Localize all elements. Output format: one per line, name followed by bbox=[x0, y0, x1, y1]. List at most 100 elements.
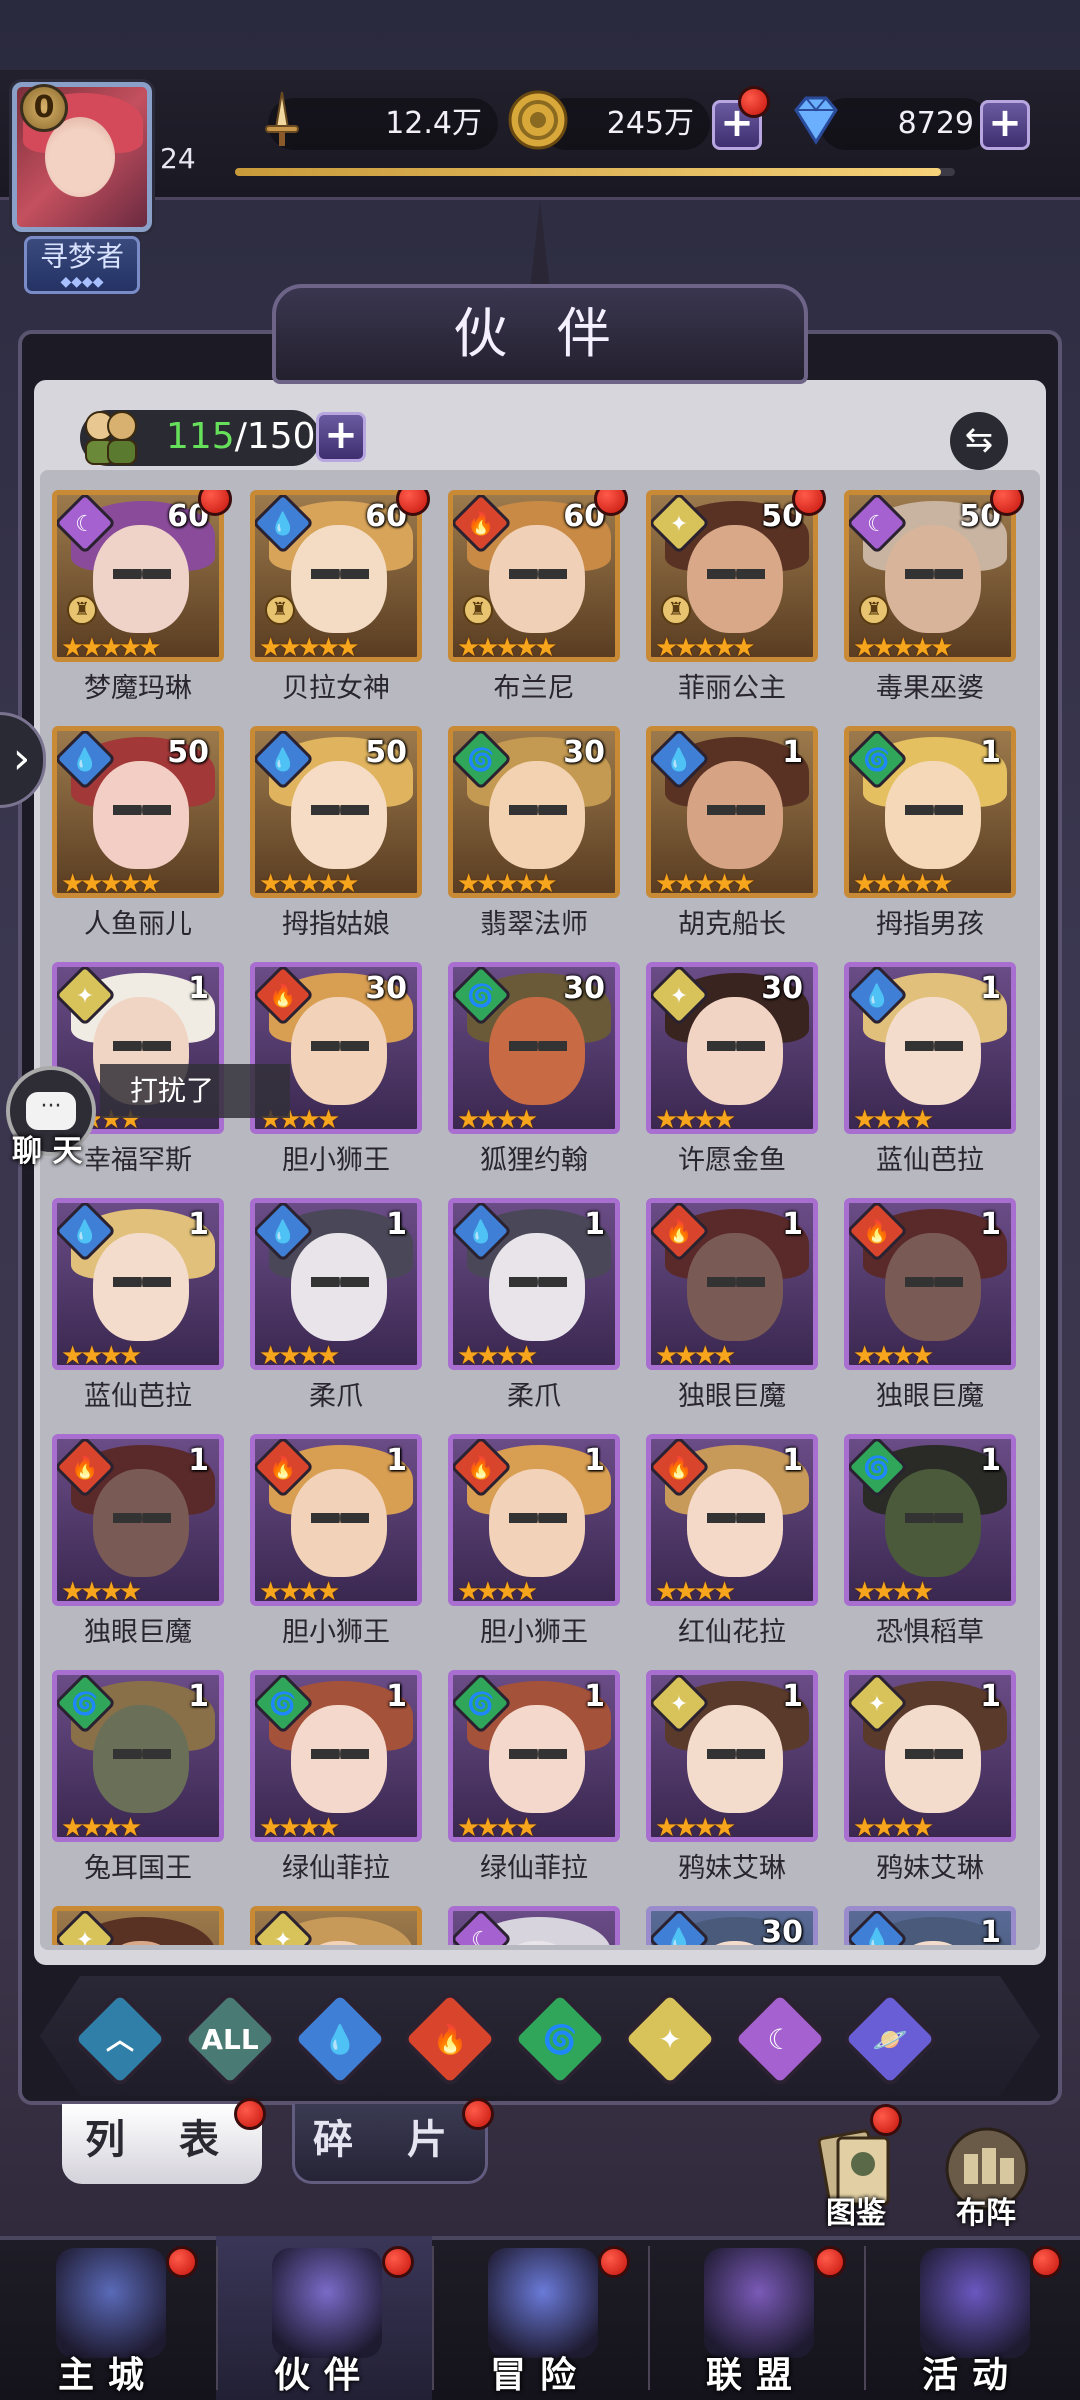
water-element-glyph: 💧 bbox=[467, 1220, 495, 1245]
expand-roster-button[interactable]: + bbox=[316, 412, 366, 462]
hero-card[interactable]: ✦ 1 ★★★★ 鸦妹艾琳 bbox=[646, 1670, 818, 1906]
hero-stars: ★★★★ bbox=[853, 1813, 934, 1842]
hero-name: 独眼巨魔 bbox=[84, 1617, 192, 1648]
hero-card[interactable]: 💧 1 ★★★★ 蓝仙芭拉 bbox=[844, 962, 1016, 1198]
hero-card[interactable]: 🔥 1 ★★★★ 独眼巨魔 bbox=[52, 1434, 224, 1670]
hero-card[interactable]: ✦ bbox=[52, 1906, 224, 1945]
hero-card[interactable]: 🌀 1 ★★★★ 兔耳国王 bbox=[52, 1670, 224, 1906]
hero-name: 绿仙菲拉 bbox=[480, 1853, 588, 1884]
xp-bar-fill bbox=[235, 168, 941, 176]
hero-eyes bbox=[113, 1277, 171, 1287]
tab-fragments[interactable]: 碎 片 bbox=[292, 2104, 488, 2184]
chat-label: 聊 天 bbox=[12, 1134, 83, 1169]
hero-name: 胆小狮王 bbox=[282, 1145, 390, 1176]
nav-notification-dot bbox=[598, 2246, 630, 2278]
hero-stars: ★★★★ bbox=[853, 1105, 934, 1134]
hero-card[interactable]: 🔥 60 ♜ ★★★★★ 布兰尼 bbox=[448, 490, 628, 726]
hero-portrait: 🔥 1 ★★★★ bbox=[448, 1434, 620, 1606]
nav-compass[interactable]: 冒险 bbox=[432, 2236, 648, 2400]
add-diamond-button[interactable]: + bbox=[980, 100, 1030, 150]
hero-level: 50 bbox=[365, 735, 407, 770]
hero-card[interactable]: 💧 50 ★★★★★ 拇指姑娘 bbox=[250, 726, 422, 962]
wind-element-glyph: 🌀 bbox=[467, 748, 495, 773]
hero-card[interactable]: 💧 1 ★★★★ 柔爪 bbox=[250, 1198, 422, 1434]
nav-label: 主城 bbox=[57, 2355, 158, 2396]
hero-portrait: 🔥 60 ♜ ★★★★★ bbox=[448, 490, 620, 662]
hero-stars: ★★★★ bbox=[655, 1105, 736, 1134]
player-title-badge[interactable]: 寻梦者 ◆◆◆◆ bbox=[24, 236, 140, 294]
compass-icon bbox=[488, 2248, 598, 2358]
hero-card[interactable]: ✦ 1 ★★★★ 鸦妹艾琳 bbox=[844, 1670, 1016, 1906]
hero-card[interactable]: 🔥 1 ★★★★ 独眼巨魔 bbox=[646, 1198, 818, 1434]
hero-level: 30 bbox=[563, 971, 605, 1006]
hero-card[interactable]: 🌀 1 ★★★★ 绿仙菲拉 bbox=[250, 1670, 422, 1906]
hero-card[interactable]: 🔥 1 ★★★★ 红仙花拉 bbox=[646, 1434, 818, 1670]
hero-card[interactable]: 💧 1 ★★★★ 蓝仙芭拉 bbox=[52, 1198, 224, 1434]
hero-name: 柔爪 bbox=[309, 1381, 363, 1412]
hero-stars: ★★★★★ bbox=[259, 869, 360, 898]
hero-face bbox=[687, 761, 783, 869]
sort-button[interactable]: ⇆ bbox=[950, 412, 1008, 470]
nav-notification-dot bbox=[382, 2246, 414, 2278]
hero-level: 30 bbox=[761, 971, 803, 1006]
hero-card[interactable]: ☾ bbox=[448, 1906, 620, 1945]
hero-card[interactable]: 💧 1 ★★★★ 柔爪 bbox=[448, 1198, 620, 1434]
hero-portrait: 🔥 1 ★★★★ bbox=[646, 1198, 818, 1370]
nav-castle[interactable]: 主城 bbox=[0, 2236, 216, 2400]
codex-label: 图鉴 bbox=[826, 2196, 886, 2231]
hero-card[interactable]: 🌀 1 ★★★★ 绿仙菲拉 bbox=[448, 1670, 620, 1906]
nav-shield[interactable]: 联盟 bbox=[648, 2236, 864, 2400]
hero-eyes bbox=[905, 1749, 963, 1759]
moon-element-glyph: ☾ bbox=[75, 512, 95, 537]
list-tab-notification-dot bbox=[234, 2098, 266, 2130]
hero-card[interactable]: 🌀 30 ★★★★ 狐狸约翰 bbox=[448, 962, 620, 1198]
title-stars: ◆◆◆◆ bbox=[60, 274, 104, 290]
hero-card[interactable]: 🔥 1 ★★★★ 胆小狮王 bbox=[448, 1434, 620, 1670]
nav-notification-dot bbox=[166, 2246, 198, 2278]
hero-card[interactable]: 🌀 1 ★★★★★ 拇指男孩 bbox=[844, 726, 1016, 962]
tab-list[interactable]: 列 表 bbox=[62, 2104, 262, 2184]
nav-wizard-hat[interactable]: 伙伴 bbox=[216, 2236, 432, 2400]
hero-card[interactable]: ✦ 30 ★★★★ 许愿金鱼 bbox=[646, 962, 818, 1198]
hero-level: 1 bbox=[980, 1443, 1001, 1478]
hero-card[interactable]: 🔥 1 ★★★★ 独眼巨魔 bbox=[844, 1198, 1016, 1434]
hero-stars: ★★★★ bbox=[655, 1577, 736, 1606]
nav-notification-dot bbox=[814, 2246, 846, 2278]
hero-card[interactable]: 💧 60 ♜ ★★★★★ 贝拉女神 bbox=[250, 490, 430, 726]
hero-face bbox=[687, 1469, 783, 1577]
hero-card[interactable]: ☾ 60 ♜ ★★★★★ 梦魔玛琳 bbox=[52, 490, 232, 726]
water-element-glyph: 💧 bbox=[863, 984, 891, 1009]
hero-portrait: ✦ 50 ♜ ★★★★★ bbox=[646, 490, 818, 662]
hero-stars: ★★★★★ bbox=[61, 633, 162, 662]
hero-name: 蓝仙芭拉 bbox=[84, 1381, 192, 1412]
hero-stars: ★★★★ bbox=[457, 1577, 538, 1606]
hero-portrait: 💧 60 ♜ ★★★★★ bbox=[250, 490, 422, 662]
page-title: 伙 伴 bbox=[453, 302, 627, 365]
hero-card[interactable]: 🌀 1 ★★★★ 恐惧稻草 bbox=[844, 1434, 1016, 1670]
hero-card[interactable]: 💧 50 ★★★★★ 人鱼丽儿 bbox=[52, 726, 224, 962]
cards-icon bbox=[920, 2248, 1030, 2358]
hero-name: 独眼巨魔 bbox=[876, 1381, 984, 1412]
water-element-glyph: 💧 bbox=[863, 1928, 891, 1945]
hero-name: 拇指男孩 bbox=[876, 909, 984, 940]
nav-cards[interactable]: 活动 bbox=[864, 2236, 1080, 2400]
vip-badge[interactable]: 0 bbox=[20, 84, 68, 132]
codex-notification-dot bbox=[870, 2104, 902, 2136]
hero-portrait: ✦ 1 ★★★★ bbox=[646, 1670, 818, 1842]
hero-name: 布兰尼 bbox=[493, 673, 575, 704]
light-element-glyph: ✦ bbox=[75, 1928, 95, 1945]
hero-portrait: 🌀 30 ★★★★ bbox=[448, 962, 620, 1134]
hero-card[interactable]: 💧 30 bbox=[646, 1906, 818, 1945]
xp-bar bbox=[235, 168, 955, 176]
hero-card[interactable]: ✦ bbox=[250, 1906, 422, 1945]
hero-portrait: 🌀 1 ★★★★ bbox=[448, 1670, 620, 1842]
hero-card[interactable]: 💧 1 ★★★★★ 胡克船长 bbox=[646, 726, 818, 962]
awaken-badge-icon: ♜ bbox=[67, 595, 97, 625]
hero-eyes bbox=[113, 805, 171, 815]
hero-card[interactable]: ☾ 50 ♜ ★★★★★ 毒果巫婆 bbox=[844, 490, 1024, 726]
hero-card[interactable]: 🔥 1 ★★★★ 胆小狮王 bbox=[250, 1434, 422, 1670]
hero-card[interactable]: 🌀 30 ★★★★★ 翡翠法师 bbox=[448, 726, 620, 962]
hero-card[interactable]: 💧 1 bbox=[844, 1906, 1016, 1945]
hero-card[interactable]: ✦ 50 ♜ ★★★★★ 菲丽公主 bbox=[646, 490, 826, 726]
hero-face bbox=[291, 997, 387, 1105]
